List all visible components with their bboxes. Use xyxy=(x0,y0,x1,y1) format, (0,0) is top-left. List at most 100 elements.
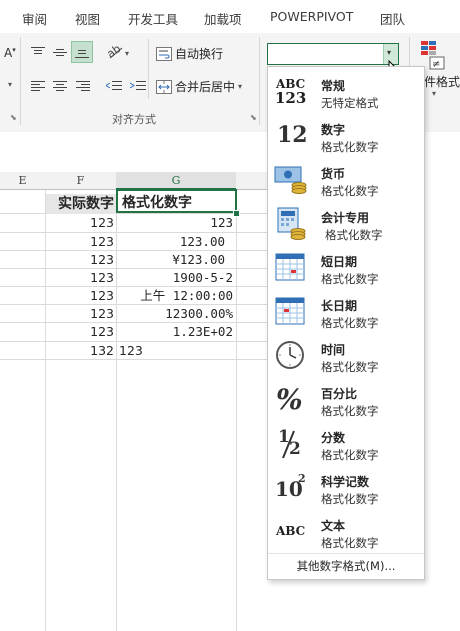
wrap-text-button[interactable]: 自动换行 xyxy=(156,45,223,62)
cell-f[interactable]: 123 xyxy=(46,251,114,269)
text-abc-icon: ABC xyxy=(276,524,306,538)
menu-item-subtitle: 格式化数字 xyxy=(321,448,379,462)
menu-item-short-date[interactable]: 短日期 格式化数字 xyxy=(268,247,424,291)
menu-item-subtitle: 格式化数字 xyxy=(321,184,379,198)
menu-item-currency[interactable]: 货币 格式化数字 xyxy=(268,159,424,203)
general-abc123-icon: ABC 123 xyxy=(275,77,307,107)
menu-item-long-date[interactable]: 长日期 格式化数字 xyxy=(268,291,424,335)
svg-text:ab: ab xyxy=(106,44,123,60)
cell-g[interactable]: 12300.00% xyxy=(117,305,233,323)
font-dropdown-arrow-icon[interactable]: ▾ xyxy=(8,80,12,89)
accounting-icon xyxy=(274,207,308,241)
svg-text:≠: ≠ xyxy=(432,59,440,70)
increase-indent-icon[interactable] xyxy=(129,79,146,93)
conditional-format-label: 件格式 xyxy=(424,75,460,89)
orientation-button[interactable]: ab ▾ xyxy=(104,42,132,61)
align-top-icon[interactable] xyxy=(31,46,45,58)
wrap-text-icon xyxy=(156,46,172,61)
cell-g[interactable]: 123 xyxy=(119,342,219,360)
align-bottom-icon xyxy=(75,50,89,58)
column-header-g[interactable]: G xyxy=(116,172,237,190)
group-separator xyxy=(20,37,21,125)
menu-item-title: 常规 xyxy=(321,79,346,93)
cell-g[interactable]: 上午 12:00:00 xyxy=(117,287,233,305)
decrease-indent-icon[interactable] xyxy=(105,79,122,93)
align-right-icon[interactable] xyxy=(76,80,90,92)
cell-f[interactable]: 123 xyxy=(46,323,114,341)
alignment-dialog-launcher-icon[interactable]: ⬊ xyxy=(250,113,257,122)
align-bottom-button[interactable] xyxy=(71,41,93,63)
tab-view[interactable]: 视图 xyxy=(75,9,100,28)
menu-item-title: 文本 xyxy=(321,519,346,533)
more-number-formats-link[interactable]: 其他数字格式(M)... xyxy=(268,558,424,574)
align-middle-icon[interactable] xyxy=(53,46,67,58)
menu-item-subtitle: 格式化数字 xyxy=(321,536,379,550)
menu-item-subtitle: 格式化数字 xyxy=(321,272,379,286)
menu-item-subtitle: 格式化数字 xyxy=(325,228,383,242)
cell-f[interactable]: 132 xyxy=(46,342,114,360)
column-header-h[interactable] xyxy=(236,172,268,190)
menu-item-percentage[interactable]: % 百分比 格式化数字 xyxy=(268,379,424,423)
menu-item-time[interactable]: 时间 格式化数字 xyxy=(268,335,424,379)
tab-powerpivot[interactable]: POWERPIVOT xyxy=(270,9,353,24)
menu-item-number[interactable]: 12 数字 格式化数字 xyxy=(268,115,424,159)
menu-item-title: 长日期 xyxy=(321,299,358,313)
merge-center-button[interactable]: 合并后居中 ▾ xyxy=(156,78,242,95)
dialog-launcher-icon[interactable]: ⬊ xyxy=(10,113,17,122)
merge-center-icon xyxy=(156,79,172,94)
svg-text:▾: ▾ xyxy=(125,49,129,58)
scientific-icon: 10 2 xyxy=(275,472,306,501)
chevron-down-icon[interactable]: ▾ xyxy=(238,82,242,91)
tab-review[interactable]: 审阅 xyxy=(22,9,47,28)
cell-g[interactable]: 1.23E+02 xyxy=(117,323,233,341)
clock-icon xyxy=(274,339,308,373)
menu-item-subtitle: 格式化数字 xyxy=(321,360,379,374)
number-format-combo[interactable]: ▾ xyxy=(267,43,399,65)
percent-icon: % xyxy=(276,383,303,416)
tab-developer[interactable]: 开发工具 xyxy=(128,9,178,28)
cell-f[interactable]: 123 xyxy=(46,305,114,323)
font-shrink-button[interactable]: A▾ xyxy=(4,46,16,60)
menu-item-general[interactable]: ABC 123 常规 无特定格式 xyxy=(268,71,424,115)
short-date-calendar-icon xyxy=(274,251,308,285)
text-orientation-icon: ab ▾ xyxy=(104,42,129,61)
cell-g[interactable]: 123.00 xyxy=(117,233,225,251)
menu-item-title: 百分比 xyxy=(321,387,358,401)
cell-g[interactable]: 1900-5-2 xyxy=(117,269,233,287)
chevron-down-icon: ▾ xyxy=(387,48,392,57)
selected-cell-formatted-number[interactable]: 格式化数字 xyxy=(116,189,237,213)
align-center-icon[interactable] xyxy=(53,80,67,92)
align-left-icon[interactable] xyxy=(31,80,45,92)
cell-f[interactable]: 123 xyxy=(46,287,114,305)
tab-addins[interactable]: 加载项 xyxy=(204,9,242,28)
menu-item-title: 短日期 xyxy=(321,255,358,269)
cell-f[interactable]: 123 xyxy=(46,214,114,232)
tab-team[interactable]: 团队 xyxy=(380,9,405,28)
chevron-down-icon[interactable]: ▾ xyxy=(432,89,436,98)
menu-item-subtitle: 格式化数字 xyxy=(321,316,379,330)
menu-item-text[interactable]: ABC 文本 格式化数字 xyxy=(268,511,424,555)
cell-f[interactable]: 123 xyxy=(46,269,114,287)
column-header-f[interactable]: F xyxy=(45,172,117,190)
menu-item-scientific[interactable]: 10 2 科学记数 格式化数字 xyxy=(268,467,424,511)
number-format-menu: ABC 123 常规 无特定格式 12 数字 格式化数字 货币 格式化数字 会计… xyxy=(267,66,425,580)
menu-item-title: 会计专用 xyxy=(321,211,370,225)
fill-handle[interactable] xyxy=(233,210,240,217)
currency-icon xyxy=(274,163,308,197)
ribbon-tab-bar: 审阅 视图 开发工具 加载项 POWERPIVOT 团队 xyxy=(0,0,460,33)
number-12-icon: 12 xyxy=(277,122,308,148)
menu-item-title: 时间 xyxy=(321,343,346,357)
cell-g[interactable]: 123 xyxy=(117,214,233,232)
cell-g[interactable]: ¥123.00 xyxy=(117,251,225,269)
menu-item-fraction[interactable]: 1 2 分数 格式化数字 xyxy=(268,423,424,467)
header-cell-actual-number[interactable]: 实际数字 xyxy=(46,194,116,214)
merge-center-label: 合并后居中 xyxy=(175,80,236,94)
fraction-icon: 1 2 xyxy=(278,427,301,459)
menu-item-subtitle: 格式化数字 xyxy=(321,492,379,506)
menu-item-accounting[interactable]: 会计专用 格式化数字 xyxy=(268,203,424,247)
group-separator xyxy=(148,39,149,99)
cell-f[interactable]: 123 xyxy=(46,233,114,251)
column-header-e[interactable]: E xyxy=(0,172,46,190)
long-date-calendar-icon xyxy=(274,295,308,329)
group-separator xyxy=(259,37,260,125)
